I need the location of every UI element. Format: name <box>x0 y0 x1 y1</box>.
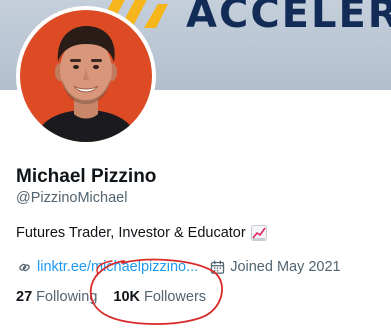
bio-text: Futures Trader, Investor & Educator <box>16 225 246 241</box>
website-link-text[interactable]: linktr.ee/michaelpizzino... <box>37 259 198 275</box>
avatar[interactable] <box>16 6 156 146</box>
following-link[interactable]: 27 Following <box>16 289 97 305</box>
profile-bio: Futures Trader, Investor & Educator <box>16 225 267 241</box>
followers-label: Followers <box>144 289 207 305</box>
user-handle: @PizzinoMichael <box>16 190 128 206</box>
link-icon <box>19 263 30 271</box>
following-label: Following <box>36 289 98 305</box>
profile-meta-row: linktr.ee/michaelpizzino... Joined May 2… <box>16 258 341 276</box>
joined-text: Joined May 2021 <box>230 259 341 275</box>
banner-brand-text: ACCELER <box>186 0 391 37</box>
display-name: Michael Pizzino <box>16 166 157 187</box>
chart-increasing-icon <box>250 225 267 241</box>
followers-link[interactable]: 10K Followers <box>113 289 206 305</box>
calendar-icon <box>211 259 225 274</box>
joined-date: Joined May 2021 <box>209 259 341 276</box>
profile-avatar-icon <box>20 10 152 142</box>
followers-count: 10K <box>113 289 140 305</box>
following-count: 27 <box>16 289 33 305</box>
follow-stats: 27 Following 10K Followers <box>16 289 206 305</box>
website-link[interactable]: linktr.ee/michaelpizzino... <box>16 259 198 276</box>
